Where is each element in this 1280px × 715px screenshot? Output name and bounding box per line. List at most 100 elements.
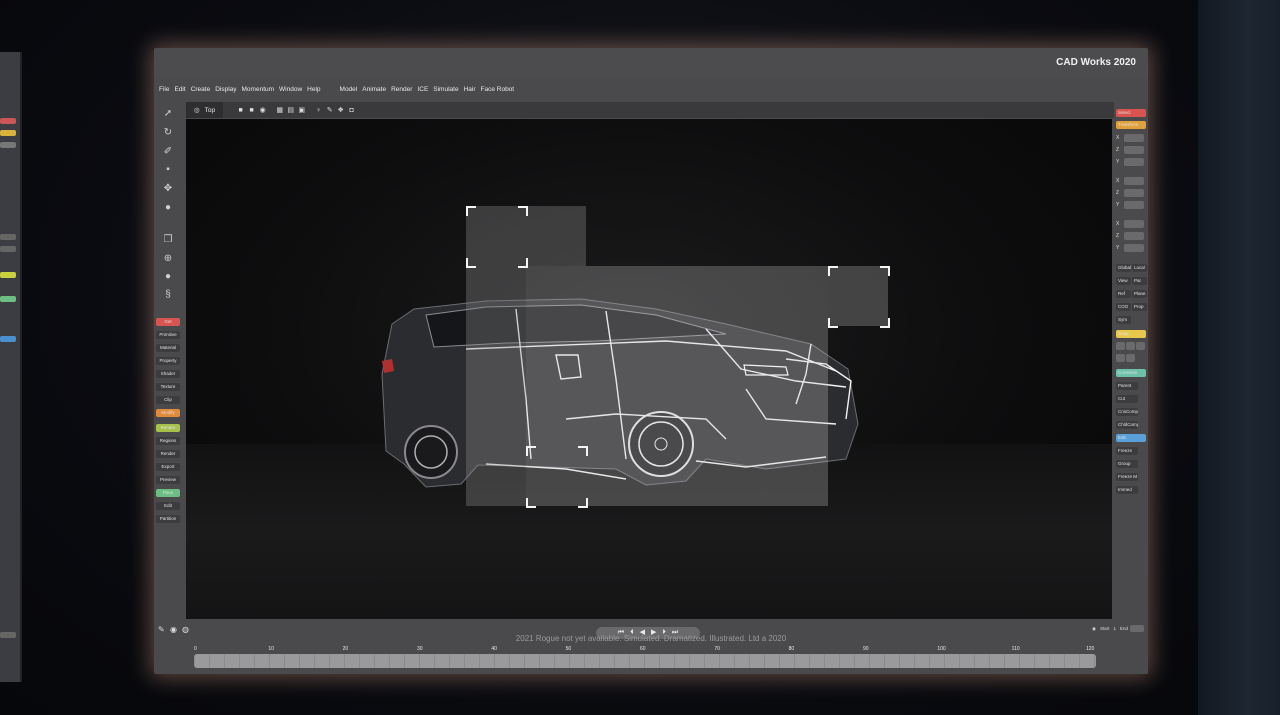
- eye-icon[interactable]: ◉: [259, 107, 266, 114]
- scale-z-field[interactable]: [1124, 232, 1144, 240]
- link-icon[interactable]: ✎: [326, 107, 333, 114]
- copy-icon[interactable]: ❐: [163, 235, 173, 245]
- translate-y-field[interactable]: [1124, 158, 1144, 166]
- overlay-square[interactable]: [466, 266, 526, 506]
- cnscomp-button[interactable]: CnsComp: [1116, 408, 1138, 416]
- snap-toggle-3[interactable]: [1136, 342, 1145, 350]
- menu-animate[interactable]: Animate: [362, 86, 386, 93]
- 3d-viewport[interactable]: [186, 119, 1112, 619]
- sphere-icon[interactable]: ●: [163, 272, 173, 282]
- menu-hair[interactable]: Hair: [464, 86, 476, 93]
- menu-ice[interactable]: ICE: [417, 86, 428, 93]
- select-button[interactable]: Select: [1116, 109, 1146, 117]
- orbit-icon[interactable]: ⊕: [163, 254, 173, 264]
- scale-x-field[interactable]: [1124, 220, 1144, 228]
- left-btn-modify[interactable]: Modify: [156, 409, 180, 417]
- select-arrow-icon[interactable]: ➚: [163, 109, 173, 119]
- left-btn-regions[interactable]: Regions: [156, 437, 180, 445]
- menu-simulate[interactable]: Simulate: [433, 86, 458, 93]
- lock-icon[interactable]: ◘: [348, 107, 355, 114]
- scale-y-field[interactable]: [1124, 244, 1144, 252]
- start-value[interactable]: 1: [1113, 626, 1116, 631]
- viewport-view-selector[interactable]: ◎ Top: [186, 102, 224, 118]
- left-btn-partition[interactable]: Partition: [156, 515, 180, 523]
- camera-icon[interactable]: ■: [237, 107, 244, 114]
- text-icon[interactable]: ▣: [298, 107, 305, 114]
- frame-range: ◉ Start 1 End: [1088, 625, 1144, 632]
- freeze-m-button[interactable]: Freeze M: [1116, 473, 1138, 481]
- brush-icon[interactable]: ✐: [163, 147, 173, 157]
- translate-x-field[interactable]: [1124, 134, 1144, 142]
- left-btn-export[interactable]: Export: [156, 463, 180, 471]
- move-icon[interactable]: ✥: [163, 184, 173, 194]
- menu-face-robot[interactable]: Face Robot: [481, 86, 515, 93]
- menu-display[interactable]: Display: [215, 86, 236, 93]
- parent-button[interactable]: Parent: [1116, 382, 1138, 390]
- scale-icon[interactable]: ▪: [163, 165, 173, 175]
- menu-window[interactable]: Window: [279, 86, 302, 93]
- prop-button[interactable]: Prop: [1132, 303, 1147, 311]
- curve-icon[interactable]: §: [163, 290, 173, 300]
- shading-icon[interactable]: ▤: [287, 107, 294, 114]
- overlay-panel[interactable]: [526, 266, 828, 506]
- freeze-button[interactable]: Freeze: [1116, 447, 1138, 455]
- global-button[interactable]: Global: [1116, 264, 1131, 272]
- left-btn-edit[interactable]: Edit: [156, 502, 180, 510]
- group-button[interactable]: Group: [1116, 460, 1138, 468]
- menu-help[interactable]: Help: [307, 86, 320, 93]
- camera-2-icon[interactable]: ■: [248, 107, 255, 114]
- grid-icon[interactable]: ▦: [276, 107, 283, 114]
- rotate-y-field[interactable]: [1124, 201, 1144, 209]
- menu-model[interactable]: Model: [340, 86, 358, 93]
- globe-icon[interactable]: ●: [163, 203, 173, 213]
- timeline-track[interactable]: [194, 654, 1096, 668]
- left-btn-get[interactable]: Get: [156, 318, 180, 326]
- sym-button[interactable]: Sym: [1116, 316, 1131, 324]
- left-btn-primitive[interactable]: Primitive: [156, 331, 180, 339]
- menu-momentum[interactable]: Momentum: [242, 86, 275, 93]
- settings-icon[interactable]: ◉: [1092, 626, 1096, 632]
- left-btn-shader[interactable]: Shader: [156, 370, 180, 378]
- translate-z-field[interactable]: [1124, 146, 1144, 154]
- snap-toggle-5[interactable]: [1126, 354, 1135, 362]
- menu-edit[interactable]: Edit: [174, 86, 185, 93]
- left-btn-clip[interactable]: Clip: [156, 396, 180, 404]
- palette-icon[interactable]: ◍: [182, 625, 189, 634]
- chldcomp-button[interactable]: ChldComp: [1116, 421, 1138, 429]
- rotate-x-field[interactable]: [1124, 177, 1144, 185]
- local-button[interactable]: Local: [1132, 264, 1147, 272]
- menu-create[interactable]: Create: [191, 86, 211, 93]
- snap-toggle-1[interactable]: [1116, 342, 1125, 350]
- group-icon[interactable]: ❖: [337, 107, 344, 114]
- plane-button[interactable]: Plane: [1132, 290, 1147, 298]
- rotate-z-field[interactable]: [1124, 189, 1144, 197]
- left-btn-material[interactable]: Material: [156, 344, 180, 352]
- left-btn-pass[interactable]: Pass: [156, 489, 180, 497]
- transform-button[interactable]: Transform: [1116, 121, 1146, 129]
- menu-file[interactable]: File: [159, 86, 169, 93]
- cut-button[interactable]: Cut: [1116, 395, 1138, 403]
- cog-button[interactable]: COG: [1116, 303, 1131, 311]
- overlay-square[interactable]: [526, 206, 586, 266]
- left-btn-property[interactable]: Property: [156, 357, 180, 365]
- left-btn-preview[interactable]: Preview: [156, 476, 180, 484]
- view-button[interactable]: View: [1116, 277, 1131, 285]
- light-icon[interactable]: ♀: [315, 107, 322, 114]
- menu-render[interactable]: Render: [391, 86, 412, 93]
- immed-button[interactable]: Immed: [1116, 486, 1138, 494]
- left-btn-render-2[interactable]: Render: [156, 450, 180, 458]
- end-field[interactable]: [1130, 625, 1144, 632]
- snap-toggle-2[interactable]: [1126, 342, 1135, 350]
- database-icon[interactable]: ◉: [170, 625, 177, 634]
- snap-button[interactable]: Snap: [1116, 330, 1146, 338]
- edit-button[interactable]: Edit: [1116, 434, 1146, 442]
- snap-toggle-4[interactable]: [1116, 354, 1125, 362]
- rotate-icon[interactable]: ↻: [163, 128, 173, 138]
- timeline-tick-mark: [929, 654, 930, 668]
- ref-button[interactable]: Ref: [1116, 290, 1131, 298]
- par-button[interactable]: Par: [1132, 277, 1147, 285]
- constrain-button[interactable]: Constrain: [1116, 369, 1146, 377]
- left-btn-texture[interactable]: Texture: [156, 383, 180, 391]
- pencil-icon[interactable]: ✎: [158, 625, 165, 634]
- left-btn-render[interactable]: Render: [156, 424, 180, 432]
